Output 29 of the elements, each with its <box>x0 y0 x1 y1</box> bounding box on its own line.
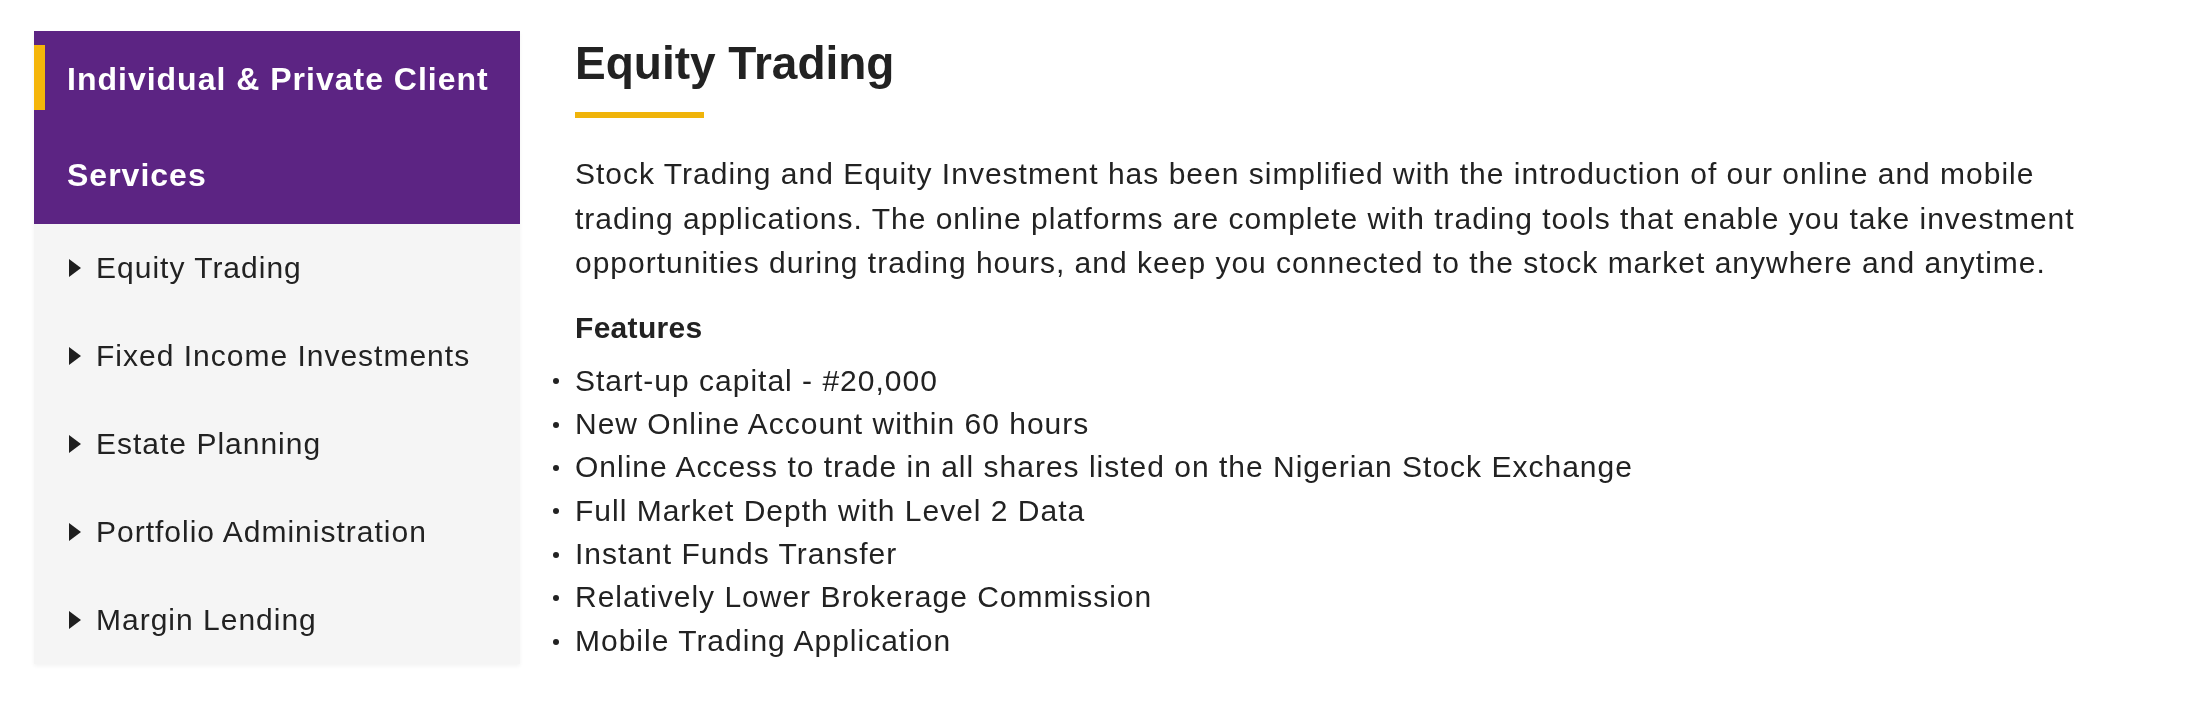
features-heading: Features <box>575 309 703 346</box>
feature-item: Relatively Lower Brokerage Commission <box>575 579 1153 616</box>
feature-item: Online Access to trade in all shares listed on the Nigerian Stock Exchange <box>575 449 1633 486</box>
accent-bar <box>34 45 45 110</box>
caret-icon <box>69 259 81 277</box>
bullet-icon <box>553 508 559 515</box>
sidebar-item[interactable]: Portfolio Administration <box>34 488 520 576</box>
page-title: Equity Trading <box>575 36 895 91</box>
feature-item: Full Market Depth with Level 2 Data <box>575 492 1086 529</box>
intro-paragraph: Stock Trading and Equity Investment has been simplified with the introduction of our online and mobile trading applications. The online platforms are complete with trading tools that enable you take investment opportunities during trading hours, and keep you connected to the stock market anywhere and anytime. <box>575 156 2076 281</box>
bullet-icon <box>553 638 559 645</box>
caret-icon <box>69 435 81 453</box>
caret-icon <box>69 347 81 365</box>
feature-item: Mobile Trading Application <box>575 622 952 659</box>
sidebar-item[interactable]: Margin Lending <box>34 576 520 664</box>
sidebar-heading: Individual & Private Client Services <box>67 60 490 195</box>
bullet-icon <box>553 378 559 385</box>
bullet-icon <box>553 595 559 602</box>
sidebar-item[interactable]: Equity Trading <box>34 224 520 312</box>
caret-icon <box>69 523 81 541</box>
caret-icon <box>69 611 81 629</box>
feature-item: Start-up capital - #20,000 <box>575 362 938 399</box>
feature-item: New Online Account within 60 hours <box>575 405 1090 442</box>
bullet-icon <box>553 551 559 558</box>
sidebar-item[interactable]: Estate Planning <box>34 400 520 488</box>
feature-item: Instant Funds Transfer <box>575 536 898 573</box>
bullet-icon <box>553 464 559 471</box>
sidebar-item[interactable]: Fixed Income Investments <box>34 312 520 400</box>
bullet-icon <box>553 421 559 428</box>
